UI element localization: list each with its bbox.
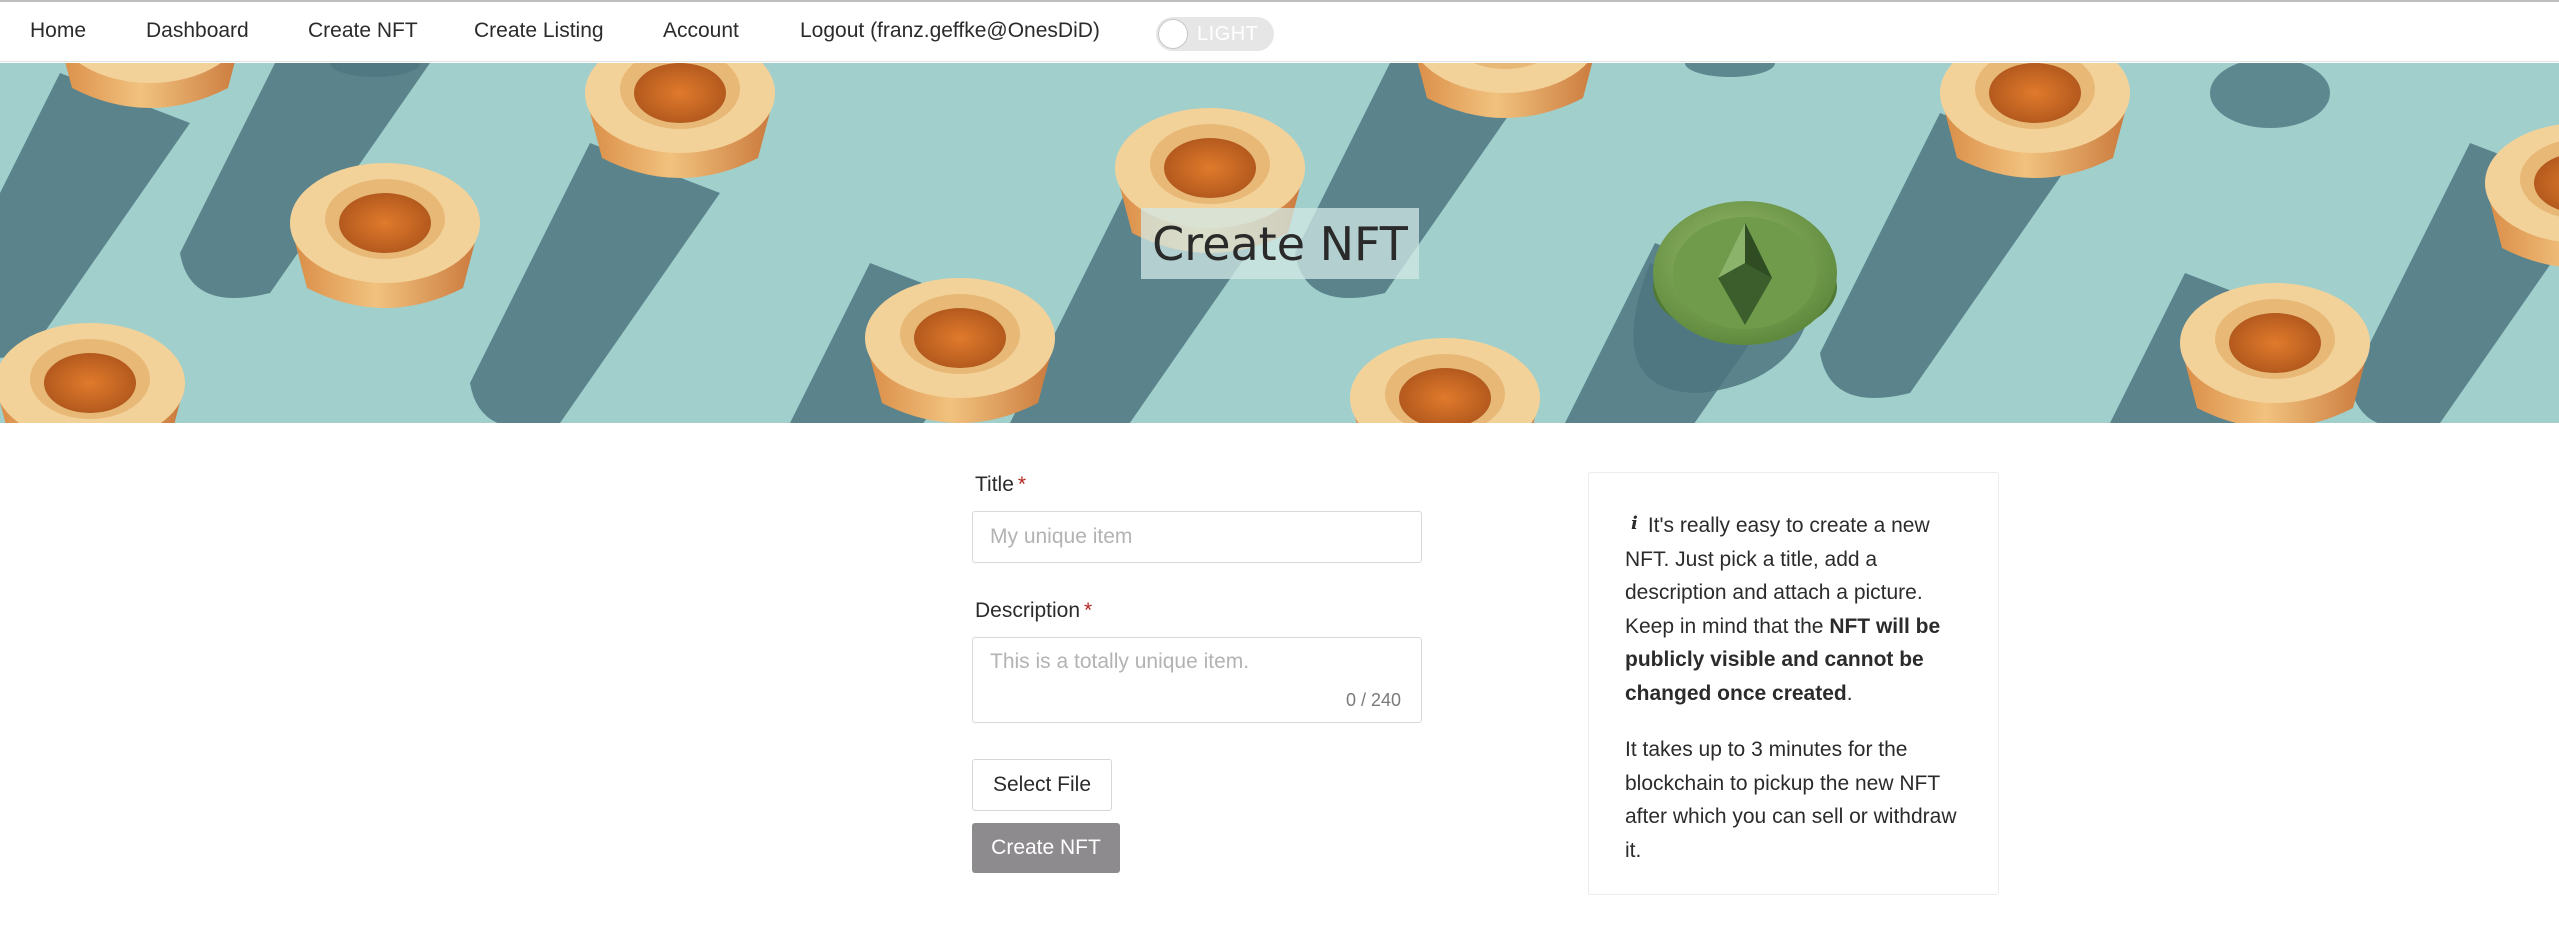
hero-banner: Create NFT xyxy=(0,63,2559,423)
nav-create-nft-link[interactable]: Create NFT xyxy=(308,19,418,43)
title-required-mark: * xyxy=(1017,473,1027,496)
page-title: Create NFT xyxy=(1152,216,1408,271)
hero-title-box: Create NFT xyxy=(1141,208,1419,279)
title-label: Title * xyxy=(975,473,1026,497)
nav-logout-link[interactable]: Logout (franz.geffke@OnesDiD) xyxy=(800,19,1100,43)
description-character-counter: 0 / 240 xyxy=(1346,690,1402,710)
info-paragraph-1: i It's really easy to create a new NFT. J… xyxy=(1625,507,1963,710)
info-card: i It's really easy to create a new NFT. J… xyxy=(1588,472,1999,895)
description-label-text: Description xyxy=(975,599,1081,622)
info-icon: i xyxy=(1631,513,1638,534)
top-navigation: Home Dashboard Create NFT Create Listing… xyxy=(0,0,2559,62)
select-file-button[interactable]: Select File xyxy=(972,759,1112,811)
nav-dashboard-link[interactable]: Dashboard xyxy=(146,19,249,43)
description-label: Description * xyxy=(975,599,1092,623)
title-input[interactable] xyxy=(972,511,1422,563)
nav-create-listing-link[interactable]: Create Listing xyxy=(474,19,604,43)
nav-account-link[interactable]: Account xyxy=(663,19,739,43)
description-required-mark: * xyxy=(1084,599,1093,622)
nav-home-link[interactable]: Home xyxy=(30,19,86,43)
create-nft-button[interactable]: Create NFT xyxy=(972,823,1120,873)
title-label-text: Title xyxy=(975,473,1014,496)
info-text-end: . xyxy=(1846,681,1853,705)
theme-toggle-label: LIGHT xyxy=(1197,23,1259,45)
info-paragraph-2: It takes up to 3 minutes for the blockch… xyxy=(1625,738,1957,862)
theme-toggle-knob xyxy=(1158,19,1188,49)
theme-toggle[interactable]: LIGHT xyxy=(1156,17,1274,51)
